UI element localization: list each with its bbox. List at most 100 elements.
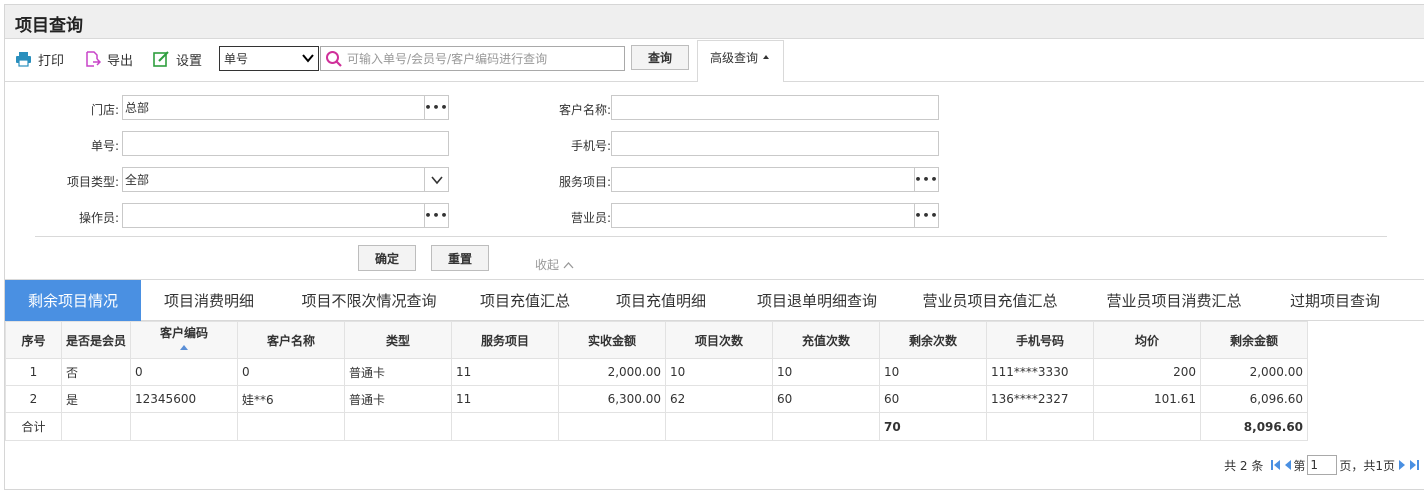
- advanced-query-tab[interactable]: 高级查询: [697, 40, 784, 82]
- page-title: 项目查询: [15, 16, 83, 36]
- customer-name-field[interactable]: [611, 95, 939, 120]
- caret-up-icon: [763, 55, 769, 59]
- empty-cell: [558, 412, 667, 441]
- column-header-label: 客户编码: [160, 326, 209, 340]
- cell-type: 普通卡: [344, 385, 453, 413]
- cell-is-member: 否: [60, 358, 132, 386]
- column-header[interactable]: 剩余次数: [879, 321, 988, 359]
- reset-button[interactable]: 重置: [431, 245, 489, 271]
- tab-expired-items[interactable]: 过期项目查询: [1275, 280, 1395, 321]
- chevron-up-icon: [563, 261, 574, 268]
- store-field[interactable]: 总部 •••: [122, 95, 449, 120]
- tab-salesperson-consumption-summary[interactable]: 营业员项目消费汇总: [1089, 280, 1259, 321]
- page-number-input[interactable]: 1: [1307, 455, 1338, 475]
- cell-remaining-count: 10: [879, 358, 988, 386]
- empty-cell: [665, 412, 774, 441]
- export-label: 导出: [107, 53, 134, 69]
- cell-index: 2: [5, 385, 62, 413]
- total-remaining-count: 70: [879, 412, 988, 441]
- cell-customer-name: 0: [237, 358, 346, 386]
- column-header[interactable]: 类型: [344, 321, 453, 359]
- empty-cell: [130, 412, 239, 441]
- cell-customer-code: 12345600: [130, 385, 239, 413]
- column-header[interactable]: 手机号码: [986, 321, 1095, 359]
- more-options-icon[interactable]: •••: [424, 204, 448, 227]
- cell-avg-price: 200: [1093, 358, 1202, 386]
- column-header[interactable]: 是否是会员: [60, 321, 132, 359]
- phone-label: 手机号:: [570, 139, 611, 153]
- column-header[interactable]: 剩余金额: [1200, 321, 1309, 359]
- confirm-button[interactable]: 确定: [358, 245, 416, 271]
- cell-recharge-count: 10: [772, 358, 881, 386]
- column-header[interactable]: 序号: [5, 321, 62, 359]
- more-options-icon[interactable]: •••: [914, 168, 938, 191]
- salesperson-label: 营业员:: [570, 211, 611, 225]
- sort-asc-icon: [180, 345, 189, 350]
- last-page-icon[interactable]: [1409, 459, 1420, 471]
- empty-cell: [1093, 412, 1202, 441]
- settings-button[interactable]: 设置: [153, 48, 202, 70]
- export-button[interactable]: 导出: [85, 48, 133, 70]
- table-total-row: 合计 70 8,096.60: [5, 412, 1309, 441]
- column-header[interactable]: 客户名称: [237, 321, 346, 359]
- tab-item-consumption-detail[interactable]: 项目消费明细: [145, 280, 273, 321]
- prev-page-icon[interactable]: [1283, 459, 1292, 471]
- empty-cell: [60, 412, 132, 441]
- order-no-field[interactable]: [122, 131, 449, 156]
- cell-service-item: 11: [451, 358, 560, 386]
- tab-salesperson-recharge-summary[interactable]: 营业员项目充值汇总: [905, 280, 1075, 321]
- query-button[interactable]: 查询: [631, 45, 689, 70]
- more-options-icon[interactable]: •••: [424, 96, 448, 119]
- service-item-label: 服务项目:: [558, 175, 611, 189]
- search-type-select[interactable]: 单号: [219, 46, 319, 71]
- column-header[interactable]: 服务项目: [451, 321, 560, 359]
- column-header[interactable]: 充值次数: [772, 321, 881, 359]
- phone-field[interactable]: [611, 131, 939, 156]
- more-options-icon[interactable]: •••: [914, 204, 938, 227]
- cell-index: 1: [5, 358, 62, 386]
- table-header-row: 序号 是否是会员 客户编码 客户名称 类型 服务项目 实收金额 项目次数 充值次…: [5, 321, 1309, 359]
- next-page-icon[interactable]: [1398, 459, 1407, 471]
- service-item-field[interactable]: •••: [611, 167, 939, 192]
- cell-paid-amount: 6,300.00: [558, 385, 667, 413]
- cell-paid-amount: 2,000.00: [558, 358, 667, 386]
- cell-recharge-count: 60: [772, 385, 881, 413]
- table-row[interactable]: 1 否 0 0 普通卡 11 2,000.00 10 10 10 111****…: [5, 358, 1309, 386]
- table-row[interactable]: 2 是 12345600 娃**6 普通卡 11 6,300.00 62 60 …: [5, 385, 1309, 413]
- tab-recharge-summary[interactable]: 项目充值汇总: [465, 280, 585, 321]
- cell-remaining-amount: 2,000.00: [1200, 358, 1309, 386]
- operator-field[interactable]: •••: [122, 203, 449, 228]
- first-page-icon[interactable]: [1270, 459, 1281, 471]
- search-placeholder: 可输入单号/会员号/客户编码进行查询: [347, 52, 548, 66]
- tab-unlimited-items[interactable]: 项目不限次情况查询: [281, 280, 457, 321]
- form-divider: [35, 236, 1387, 237]
- cell-is-member: 是: [60, 385, 132, 413]
- cell-customer-name: 娃**6: [237, 385, 346, 413]
- item-type-select[interactable]: 全部: [122, 167, 449, 192]
- title-bar: 项目查询: [5, 5, 1424, 39]
- collapse-toggle[interactable]: 收起: [535, 256, 574, 273]
- cell-phone: 136****2327: [986, 385, 1095, 413]
- toolbar: 打印 导出 设置 单号 可输入单号/会员号/客户编码进行查询 查询 高级查询: [5, 40, 1424, 82]
- page-frame: 项目查询 打印 导出 设置 单号 可输入单号/会员号/客户编码进行查询 查询 高…: [4, 4, 1424, 490]
- cell-avg-price: 101.61: [1093, 385, 1202, 413]
- column-header[interactable]: 实收金额: [558, 321, 667, 359]
- tab-refund-detail[interactable]: 项目退单明细查询: [737, 280, 897, 321]
- search-icon: [326, 50, 342, 67]
- total-count-text: 共 2 条: [1224, 458, 1264, 473]
- column-header[interactable]: 项目次数: [665, 321, 774, 359]
- cell-remaining-amount: 6,096.60: [1200, 385, 1309, 413]
- print-button[interactable]: 打印: [15, 48, 64, 70]
- salesperson-field[interactable]: •••: [611, 203, 939, 228]
- cell-item-count: 62: [665, 385, 774, 413]
- pagination: 共 2 条 第 1 页，共1页: [1224, 455, 1421, 475]
- empty-cell: [344, 412, 453, 441]
- column-header[interactable]: 均价: [1093, 321, 1202, 359]
- chevron-down-icon: [302, 54, 314, 63]
- tab-remaining-items[interactable]: 剩余项目情况: [5, 280, 141, 321]
- column-header-sorted[interactable]: 客户编码: [130, 321, 239, 359]
- tab-recharge-detail[interactable]: 项目充值明细: [601, 280, 721, 321]
- chevron-down-icon[interactable]: [424, 168, 448, 191]
- search-type-value: 单号: [224, 52, 249, 66]
- search-input[interactable]: 可输入单号/会员号/客户编码进行查询: [320, 46, 625, 71]
